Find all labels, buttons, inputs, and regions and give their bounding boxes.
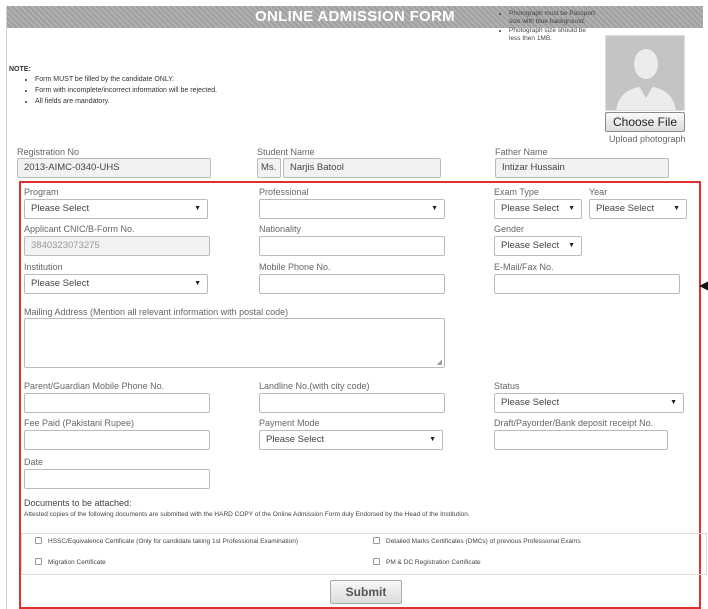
note-item: All fields are mandatory. (35, 98, 217, 106)
dropdown-arrow-icon: ▼ (429, 436, 436, 443)
document-checkbox-migration[interactable]: Migration Certificate (35, 558, 106, 566)
institution-select[interactable]: Please Select ▼ (24, 274, 208, 294)
year-label: Year (589, 187, 608, 197)
dropdown-arrow-icon: ▼ (431, 205, 438, 212)
photo-preview (605, 35, 685, 111)
photo-note: Photograph must be Passport size with bl… (509, 10, 599, 25)
landline-label: Landline No.(with city code) (259, 381, 370, 391)
student-title-input[interactable]: Ms. (257, 158, 281, 178)
student-name-label: Student Name (257, 147, 315, 157)
pointer-arrow-icon (699, 280, 708, 292)
note-list: Form MUST be filled by the candidate ONL… (9, 76, 217, 106)
mailing-address-label: Mailing Address (Mention all relevant in… (24, 307, 289, 317)
email-input[interactable] (494, 274, 680, 294)
checkbox-icon[interactable] (373, 558, 380, 565)
student-name-input[interactable]: Narjis Batool (283, 158, 441, 178)
date-input[interactable] (24, 469, 210, 489)
status-label: Status (494, 381, 520, 391)
checkbox-icon[interactable] (35, 537, 42, 544)
exam-type-select[interactable]: Please Select ▼ (494, 199, 582, 219)
guardian-mobile-input[interactable] (24, 393, 210, 413)
email-label: E-Mail/Fax No. (494, 262, 554, 272)
note-block: NOTE: Form MUST be filled by the candida… (9, 66, 217, 109)
note-title: NOTE: (9, 66, 31, 73)
professional-label: Professional (259, 187, 309, 197)
institution-label: Institution (24, 262, 63, 272)
resize-grip-icon[interactable]: ◢ (437, 358, 442, 366)
father-name-label: Father Name (495, 147, 548, 157)
documents-note: Attested copies of the following documen… (24, 511, 470, 518)
note-item: Form MUST be filled by the candidate ONL… (35, 76, 217, 84)
registration-no-input[interactable]: 2013-AIMC-0340-UHS (17, 158, 211, 178)
dropdown-arrow-icon: ▼ (568, 205, 575, 212)
professional-select[interactable]: ▼ (259, 199, 445, 219)
photo-note: Photograph size should be less then 1MB. (509, 27, 599, 42)
dropdown-arrow-icon: ▼ (194, 280, 201, 287)
nationality-input[interactable] (259, 236, 445, 256)
gender-select[interactable]: Please Select ▼ (494, 236, 582, 256)
fee-paid-label: Fee Paid (Pakistani Rupee) (24, 418, 135, 428)
receipt-no-label: Draft/Payorder/Bank deposit receipt No. (494, 418, 654, 428)
note-item: Form with incomplete/incorrect informati… (35, 87, 217, 95)
cnic-label: Applicant CNIC/B-Form No. (24, 224, 135, 234)
choose-file-button[interactable]: Choose File (605, 112, 685, 132)
program-label: Program (24, 187, 59, 197)
gender-label: Gender (494, 224, 525, 234)
landline-input[interactable] (259, 393, 445, 413)
avatar-placeholder-icon (606, 36, 684, 110)
checkbox-icon[interactable] (35, 558, 42, 565)
mobile-input[interactable] (259, 274, 445, 294)
dropdown-arrow-icon: ▼ (673, 205, 680, 212)
submit-button[interactable]: Submit (330, 580, 402, 604)
father-name-input[interactable]: Intizar Hussain (495, 158, 669, 178)
mailing-address-textarea[interactable]: ◢ (24, 318, 445, 368)
checkbox-icon[interactable] (373, 537, 380, 544)
dropdown-arrow-icon: ▼ (670, 399, 677, 406)
cnic-input[interactable]: 3840323073275 (24, 236, 210, 256)
payment-mode-select[interactable]: Please Select ▼ (259, 430, 443, 450)
document-checkbox-dmcs[interactable]: Detailed Marks Certificates (DMCs) of pr… (373, 537, 581, 545)
dropdown-arrow-icon: ▼ (568, 242, 575, 249)
fee-paid-input[interactable] (24, 430, 210, 450)
upload-photograph-label: Upload photograph (609, 134, 686, 144)
program-select[interactable]: Please Select ▼ (24, 199, 208, 219)
document-checkbox-hssc[interactable]: HSSC/Equivalence Certificate (Only for c… (35, 537, 298, 545)
guardian-mobile-label: Parent/Guardian Mobile Phone No. (24, 381, 165, 391)
exam-type-label: Exam Type (494, 187, 539, 197)
receipt-no-input[interactable] (494, 430, 668, 450)
year-select[interactable]: Please Select ▼ (589, 199, 687, 219)
status-select[interactable]: Please Select ▼ (494, 393, 684, 413)
admission-form-page: ONLINE ADMISSION FORM NOTE: Form MUST be… (6, 6, 708, 609)
mobile-label: Mobile Phone No. (259, 262, 331, 272)
registration-no-label: Registration No (17, 147, 80, 157)
payment-mode-label: Payment Mode (259, 418, 320, 428)
date-label: Date (24, 457, 44, 467)
nationality-label: Nationality (259, 224, 302, 234)
photo-instructions: Photograph must be Passport size with bl… (495, 10, 599, 44)
document-checkbox-pmdc[interactable]: PM & DC Registration Certificate (373, 558, 481, 566)
dropdown-arrow-icon: ▼ (194, 205, 201, 212)
documents-title: Documents to be attached: (24, 498, 132, 508)
